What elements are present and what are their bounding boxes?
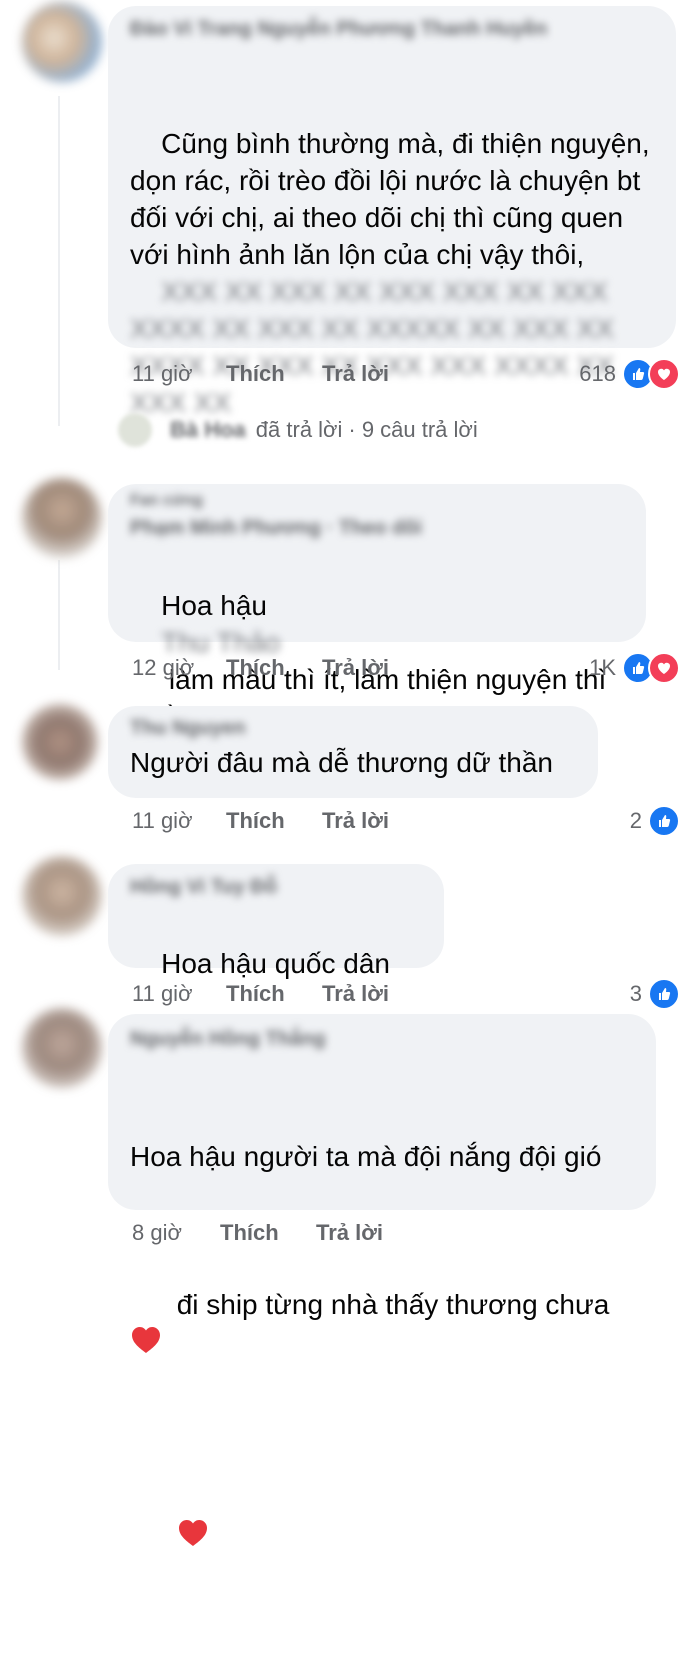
comment-text-visible: Cũng bình thường mà, đi thiện nguyện, dọ…: [130, 128, 658, 270]
comment-bubble: Thu Nguyen Người đâu mà dễ thương dữ thầ…: [108, 706, 598, 798]
comment-meta: 12 giờ Thích Trả lời 1K: [132, 651, 680, 685]
thread-line: [58, 560, 60, 670]
comment-time[interactable]: 11 giờ: [132, 808, 226, 834]
comment-text-blurred: XXX XX XXX XX XXX XXX XX XXX XXXX XX XXX…: [130, 276, 622, 418]
comment-text-visible: Hoa hậu quốc dân: [161, 948, 390, 979]
like-button[interactable]: Thích: [226, 361, 322, 387]
love-reaction-icon: [648, 358, 680, 390]
avatar[interactable]: [22, 856, 102, 936]
comment-time[interactable]: 11 giờ: [132, 981, 226, 1007]
comment-text: Cũng bình thường mà, đi thiện nguyện, dọ…: [130, 88, 654, 458]
avatar[interactable]: [22, 1008, 102, 1088]
like-button[interactable]: Thích: [226, 808, 322, 834]
reaction-summary[interactable]: 2: [630, 805, 680, 837]
reaction-summary[interactable]: 618: [579, 358, 680, 390]
like-reaction-icon: [648, 805, 680, 837]
reaction-count: 618: [579, 361, 616, 386]
reply-button[interactable]: Trả lời: [322, 655, 389, 681]
love-reaction-icon: [648, 652, 680, 684]
replier-name: Bà Hoa: [170, 417, 246, 442]
replies-count: · 9 câu trả lời: [348, 417, 478, 442]
like-reaction-icon: [648, 978, 680, 1010]
reaction-count: 3: [629, 981, 642, 1006]
reply-button[interactable]: Trả lời: [322, 361, 389, 387]
comment-text-part: Hoa hậu: [161, 590, 275, 621]
reply-button[interactable]: Trả lời: [316, 1220, 383, 1246]
commenter-name[interactable]: Đào Vi Trang Nguyễn Phương Thanh Huyền: [130, 14, 654, 78]
replies-action: đã trả lời: [255, 417, 343, 442]
comment-text: Hoa hậu người ta mà đội nắng đội gió đi …: [130, 1064, 634, 1664]
avatar[interactable]: [22, 478, 102, 558]
avatar[interactable]: [22, 2, 102, 82]
comment-time[interactable]: 8 giờ: [132, 1220, 220, 1246]
heart-emoji-icon: [177, 1518, 209, 1548]
reaction-count: 1K: [589, 655, 616, 680]
like-button[interactable]: Thích: [220, 1220, 316, 1246]
commenter-name[interactable]: Hồng Vi Tuy Đỗ: [130, 870, 422, 904]
comment-text-visible: đi ship từng nhà thấy thương chưa: [176, 1289, 610, 1320]
reply-button[interactable]: Trả lời: [322, 808, 389, 834]
commenter-badge: Fan cứng: [130, 492, 203, 509]
reaction-summary[interactable]: 3: [630, 978, 680, 1010]
heart-emoji-icon: [130, 1325, 162, 1355]
comment-bubble: Hồng Vi Tuy Đỗ Hoa hậu quốc dân: [108, 864, 444, 1084]
like-button[interactable]: Thích: [226, 655, 322, 681]
avatar[interactable]: [22, 704, 98, 780]
comment-bubble: Fan cứng Phạm Minh Phương · Theo dõi Hoa…: [108, 484, 646, 732]
commenter-name[interactable]: Nguyễn Hồng Thắng: [130, 1022, 634, 1056]
comment-time[interactable]: 11 giờ: [132, 361, 226, 387]
view-replies-link[interactable]: Bà Hoa đã trả lời · 9 câu trả lời: [118, 410, 478, 450]
reaction-summary[interactable]: 1K: [589, 652, 680, 684]
comment-text-line-3: [130, 1479, 634, 1590]
comment-text-line-2: đi ship từng nhà thấy thương chưa: [130, 1249, 634, 1397]
replier-avatar: [118, 413, 152, 447]
comment-time[interactable]: 12 giờ: [132, 655, 226, 681]
reply-button[interactable]: Trả lời: [322, 981, 389, 1007]
comment-meta: 11 giờ Thích Trả lời 3: [132, 977, 680, 1011]
comment-meta: 11 giờ Thích Trả lời 2: [132, 804, 680, 838]
comment-bubble: Nguyễn Hồng Thắng Hoa hậu người ta mà độ…: [108, 1014, 656, 1546]
comment-bubble: Đào Vi Trang Nguyễn Phương Thanh Huyền C…: [108, 6, 676, 418]
comment-text: Người đâu mà dễ thương dữ thần: [130, 747, 553, 778]
reaction-count: 2: [629, 808, 642, 833]
commenter-name[interactable]: Phạm Minh Phương · Theo dõi: [130, 512, 624, 544]
commenter-name[interactable]: Thu Nguyen: [130, 712, 576, 744]
comment-meta: 11 giờ Thích Trả lời 618: [132, 357, 680, 391]
like-button[interactable]: Thích: [226, 981, 322, 1007]
comment-text-line: Hoa hậu người ta mà đội nắng đội gió: [130, 1141, 602, 1172]
thread-line: [58, 96, 60, 426]
